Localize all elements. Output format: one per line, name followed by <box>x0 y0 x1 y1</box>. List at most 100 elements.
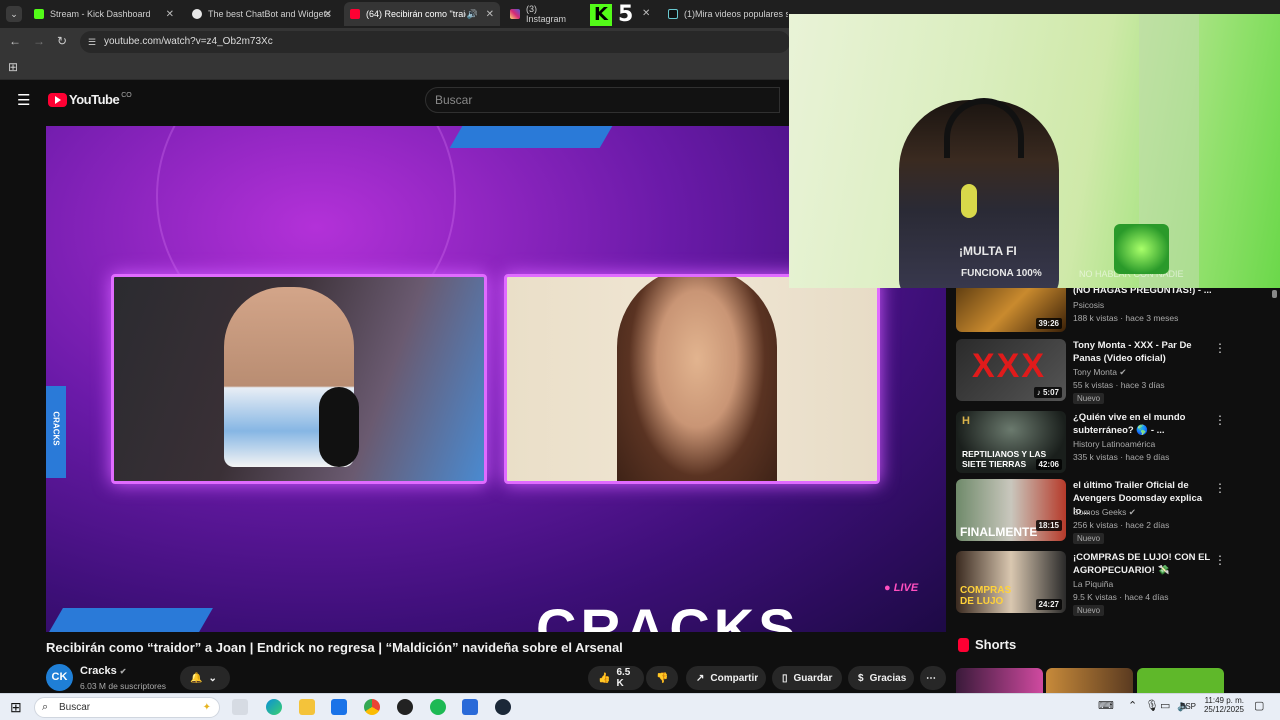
guest-figure <box>617 277 777 481</box>
more-vert-icon[interactable]: ⋮ <box>1214 553 1226 567</box>
search-input[interactable]: Buscar <box>425 87 780 113</box>
windows-start-icon[interactable]: ⊞ <box>10 699 22 716</box>
channel-name[interactable]: Cracks ✔ <box>80 665 126 677</box>
spotify-icon[interactable] <box>430 699 446 715</box>
shorts-icon <box>958 637 969 652</box>
more-actions-button[interactable]: ⋯ <box>920 666 946 690</box>
shorts-heading: Shorts <box>958 637 1016 652</box>
keyboard-icon[interactable]: ⌨ <box>1098 699 1114 712</box>
rec-channel[interactable]: Psicosis <box>1073 300 1104 310</box>
webcam-sign-text: ¡MULTA FI <box>959 244 1017 258</box>
recommendation-item[interactable]: FINALMENTE 18:15 el último Trailer Ofici… <box>956 479 1226 544</box>
short-thumbnail[interactable] <box>1046 668 1133 693</box>
network-icon[interactable]: ▭ <box>1160 699 1170 712</box>
notifications-icon[interactable]: ▢ <box>1254 699 1264 712</box>
duration-badge: 24:27 <box>1035 599 1062 610</box>
recommendation-item[interactable]: XXX ♪ 5:07 Tony Monta - XXX - Par De Pan… <box>956 339 1226 404</box>
forward-icon[interactable]: → <box>33 34 45 48</box>
recommendation-item[interactable]: H REPTILIANOS Y LAS SIETE TIERRAS 42:06 … <box>956 411 1226 475</box>
scrollbar-thumb[interactable] <box>1272 290 1277 298</box>
dislike-button[interactable]: 👎 <box>646 666 678 690</box>
video-thumbnail[interactable]: 39:26 <box>956 282 1066 332</box>
short-thumbnail[interactable] <box>1137 668 1224 693</box>
obs-icon[interactable] <box>397 699 413 715</box>
video-thumbnail[interactable]: XXX ♪ 5:07 <box>956 339 1066 401</box>
reload-icon[interactable]: ↻ <box>57 34 67 48</box>
subscribe-bell-button[interactable]: 🔔 ⌄ <box>180 666 230 690</box>
recommendation-item[interactable]: COMPRAS DE LUJO 24:27 ¡COMPRAS DE LUJO! … <box>956 551 1226 616</box>
short-thumbnail[interactable] <box>956 668 1043 693</box>
steam-icon[interactable] <box>495 699 511 715</box>
clock-time: 11:49 p. m. <box>1204 696 1244 705</box>
rec-channel[interactable]: Tony Monta ✔ <box>1073 367 1126 378</box>
back-icon[interactable]: ← <box>9 34 21 48</box>
tab-title: Stream - Kick Dashboard <box>50 9 151 19</box>
kick-icon <box>34 9 44 19</box>
recommendation-item[interactable]: 39:26 (NO HAGAS PREGUNTAS!) - ... Psicos… <box>956 282 1226 336</box>
address-bar[interactable]: ☰ youtube.com/watch?v=z4_Ob2m73Xc <box>80 31 790 53</box>
mic-icon[interactable]: 🎙 <box>1145 699 1159 712</box>
new-badge: Nuevo <box>1073 605 1105 616</box>
rec-channel[interactable]: History Latinoamérica <box>1073 439 1155 449</box>
video-title: Recibirán como “traidor” a Joan | Endric… <box>46 640 623 655</box>
menu-icon[interactable]: ☰ <box>17 91 30 109</box>
rec-meta: 256 k vistas · hace 2 días <box>1073 520 1170 530</box>
windows-taskbar: ⊞ ⌕ Buscar ✦ ⌨ ⌃ 🎙 ▭ 🔈 ESP 11:49 p. m. 2… <box>0 693 1280 720</box>
more-vert-icon[interactable]: ⋮ <box>1214 341 1226 355</box>
tab-youtube[interactable]: (64) Recibirán como "traido 🔊 ✕ <box>344 2 500 26</box>
webcam-sign-text: FUNCIONA 100% <box>961 268 1042 279</box>
share-icon: ↗ <box>696 672 705 684</box>
brand-side-tab: CRACKS <box>46 386 66 478</box>
tab-chatbot[interactable]: The best ChatBot and Widgets ✕ <box>186 2 338 26</box>
chevron-up-icon[interactable]: ⌃ <box>1128 699 1137 712</box>
duration-badge: ♪ 5:07 <box>1033 387 1062 398</box>
video-thumbnail[interactable]: COMPRAS DE LUJO 24:27 <box>956 551 1066 613</box>
thanks-button[interactable]: $ Gracias <box>848 666 914 690</box>
app-icon[interactable] <box>462 699 478 715</box>
edge-icon[interactable] <box>266 699 282 715</box>
share-button[interactable]: ↗ Compartir <box>686 666 766 690</box>
youtube-logo[interactable]: YouTube CO <box>48 92 132 107</box>
close-icon[interactable]: ✕ <box>324 9 332 20</box>
close-icon[interactable]: ✕ <box>642 8 650 19</box>
save-button[interactable]: ▯ Guardar <box>772 666 842 690</box>
subscriber-count: 6.03 M de suscriptores <box>80 681 166 691</box>
thumbs-up-icon: 👍 <box>598 672 611 684</box>
language-indicator[interactable]: ESP <box>1180 702 1196 711</box>
tab-kick-dashboard[interactable]: Stream - Kick Dashboard ✕ <box>28 2 180 26</box>
thumbs-down-icon: 👎 <box>656 672 669 684</box>
new-badge: Nuevo <box>1073 393 1105 404</box>
like-button[interactable]: 👍 6.5 K <box>588 666 644 690</box>
store-icon[interactable] <box>331 699 347 715</box>
tab-instagram[interactable]: (3) Instagram <box>504 2 584 26</box>
thumb-text: XXX <box>972 347 1047 385</box>
task-view-icon[interactable] <box>232 699 248 715</box>
close-icon[interactable]: ✕ <box>166 9 174 20</box>
channel-avatar[interactable]: CK <box>46 664 73 691</box>
speaker-icon[interactable]: 🔊 <box>467 9 478 20</box>
youtube-play-icon <box>48 92 67 107</box>
file-explorer-icon[interactable] <box>299 699 315 715</box>
tab-tiktok[interactable]: (1)Mira videos populares selec <box>662 2 788 26</box>
close-icon[interactable]: ✕ <box>486 9 494 20</box>
more-vert-icon[interactable]: ⋮ <box>1214 413 1226 427</box>
rec-channel[interactable]: Somos Geeks ✔ <box>1073 507 1136 518</box>
scrollbar[interactable] <box>1272 290 1277 690</box>
verified-icon: ✔ <box>1119 367 1127 377</box>
more-vert-icon[interactable]: ⋮ <box>1214 481 1226 495</box>
duration-badge: 18:15 <box>1035 520 1062 531</box>
rec-channel[interactable]: La Piquiña <box>1073 579 1113 589</box>
rec-meta: 55 k vistas · hace 3 días <box>1073 380 1165 390</box>
chrome-icon[interactable] <box>364 699 380 715</box>
video-thumbnail[interactable]: H REPTILIANOS Y LAS SIETE TIERRAS 42:06 <box>956 411 1066 473</box>
taskbar-search[interactable]: ⌕ Buscar ✦ <box>34 697 220 718</box>
video-thumbnail[interactable]: FINALMENTE 18:15 <box>956 479 1066 541</box>
site-info-icon[interactable]: ☰ <box>88 31 96 53</box>
youtube-wordmark: YouTube <box>69 92 120 107</box>
tab-list-button[interactable]: ⌄ <box>6 6 22 22</box>
rec-meta: 9.5 K vistas · hace 4 días <box>1073 592 1169 602</box>
clock[interactable]: 11:49 p. m. 25/12/2025 <box>1198 696 1244 714</box>
apps-grid-icon[interactable]: ⊞ <box>8 60 18 74</box>
decor-stripe <box>49 608 213 632</box>
tab-title: (64) Recibirán como "traido <box>366 9 466 19</box>
